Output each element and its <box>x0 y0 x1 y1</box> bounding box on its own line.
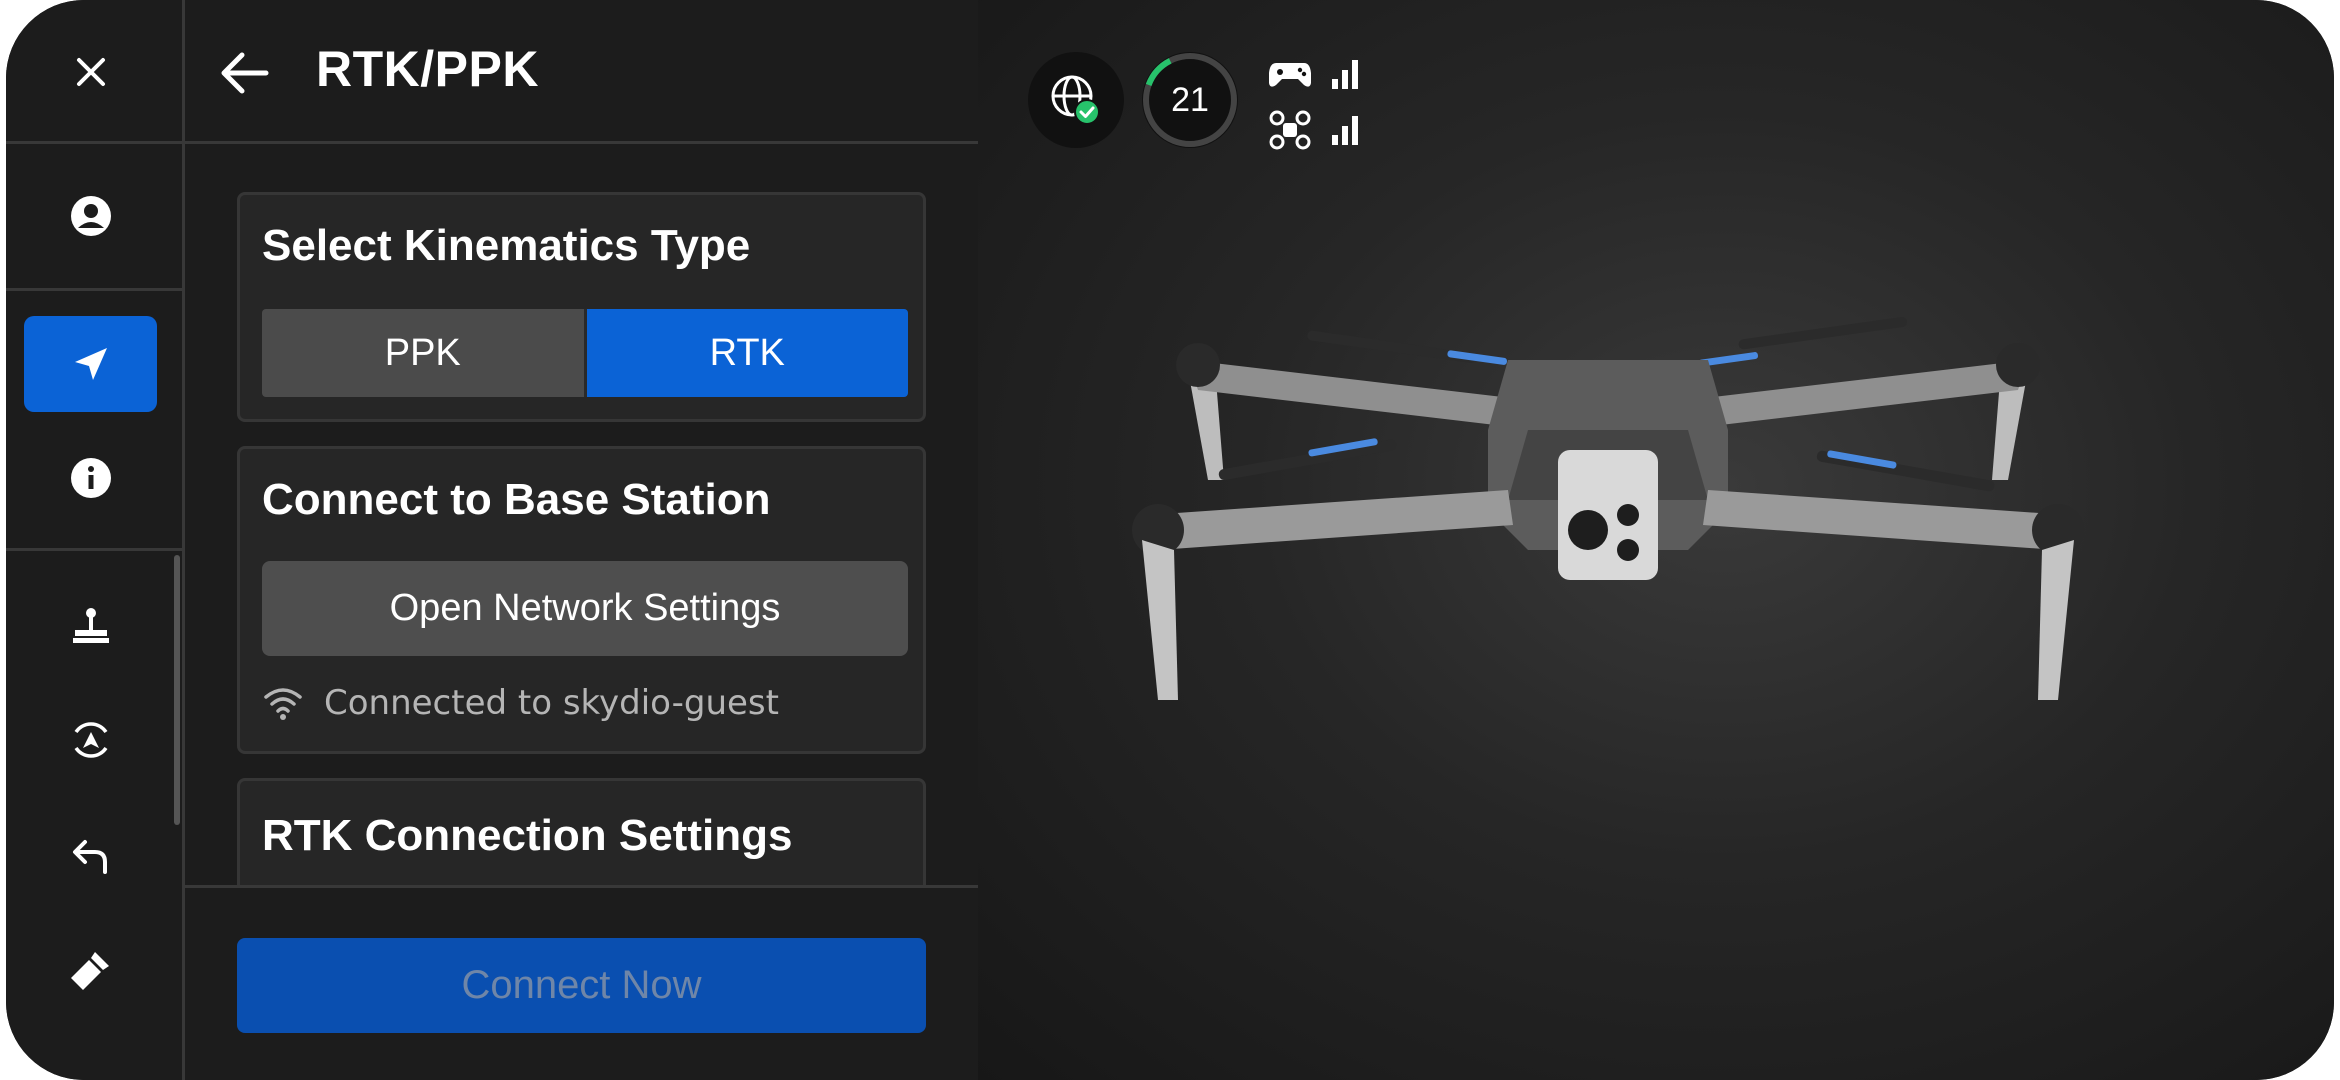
signal-bars-icon <box>1332 116 1358 145</box>
app-screen: RTK/PPK Select Kinematics Type PPK RTK C… <box>6 0 2334 1080</box>
rtk-connection-settings-heading: RTK Connection Settings <box>262 811 793 860</box>
open-network-settings-button[interactable]: Open Network Settings <box>262 561 908 656</box>
network-status: Connected to skydio-guest <box>262 682 779 724</box>
base-station-heading: Connect to Base Station <box>262 475 771 524</box>
settings-scroll-area[interactable]: Select Kinematics Type PPK RTK Connect t… <box>185 144 978 885</box>
kinematics-segmented-control: PPK RTK <box>262 309 908 397</box>
drone-image <box>1132 316 2084 700</box>
rail-scrollbar[interactable] <box>174 555 180 825</box>
base-station-card: Connect to Base Station Open Network Set… <box>237 446 926 754</box>
flashlight-button[interactable] <box>24 922 157 1018</box>
gps-status[interactable] <box>1028 52 1124 148</box>
battery-value: 21 <box>1171 80 1209 119</box>
landing-icon <box>74 722 107 758</box>
signal-bars-icon <box>1332 60 1358 89</box>
settings-panel: RTK/PPK Select Kinematics Type PPK RTK C… <box>185 0 978 1080</box>
account-icon <box>70 196 111 236</box>
drone-signal <box>1268 108 1378 152</box>
return-button[interactable] <box>24 808 157 904</box>
page-title: RTK/PPK <box>316 41 539 97</box>
joystick-icon <box>72 608 109 643</box>
landing-button[interactable] <box>24 692 157 788</box>
drone-icon <box>1269 110 1311 150</box>
rtk-option[interactable]: RTK <box>586 309 908 397</box>
return-icon <box>72 840 107 874</box>
rail-divider <box>6 548 182 551</box>
navigation-arrow-icon <box>74 348 107 380</box>
connect-now-button[interactable]: Connect Now <box>237 938 926 1033</box>
rtk-connection-settings-card: RTK Connection Settings <box>237 778 926 885</box>
close-button[interactable] <box>24 24 157 120</box>
network-status-text: Connected to skydio-guest <box>324 683 779 723</box>
rail-divider <box>6 288 182 291</box>
navigation-button[interactable] <box>24 316 157 412</box>
icon-rail <box>6 0 185 1080</box>
back-arrow-icon <box>221 52 269 94</box>
kinematics-card: Select Kinematics Type PPK RTK <box>237 192 926 422</box>
close-icon <box>76 58 105 86</box>
joystick-button[interactable] <box>24 578 157 674</box>
gps-globe-icon <box>1051 75 1100 125</box>
kinematics-heading: Select Kinematics Type <box>262 221 751 270</box>
flashlight-icon <box>70 952 109 990</box>
panel-footer: Connect Now <box>185 885 978 1080</box>
info-button[interactable] <box>24 430 157 526</box>
controller-icon <box>1269 63 1311 87</box>
controller-signal <box>1268 52 1378 96</box>
info-icon <box>70 458 111 498</box>
back-button[interactable] <box>209 38 279 108</box>
battery-indicator[interactable]: 21 <box>1142 52 1238 148</box>
rail-divider <box>6 141 182 144</box>
wifi-icon <box>264 688 302 720</box>
ppk-option[interactable]: PPK <box>262 309 587 397</box>
panel-header: RTK/PPK <box>185 0 978 144</box>
drone-preview: 21 <box>978 0 2334 1080</box>
account-button[interactable] <box>24 168 157 264</box>
